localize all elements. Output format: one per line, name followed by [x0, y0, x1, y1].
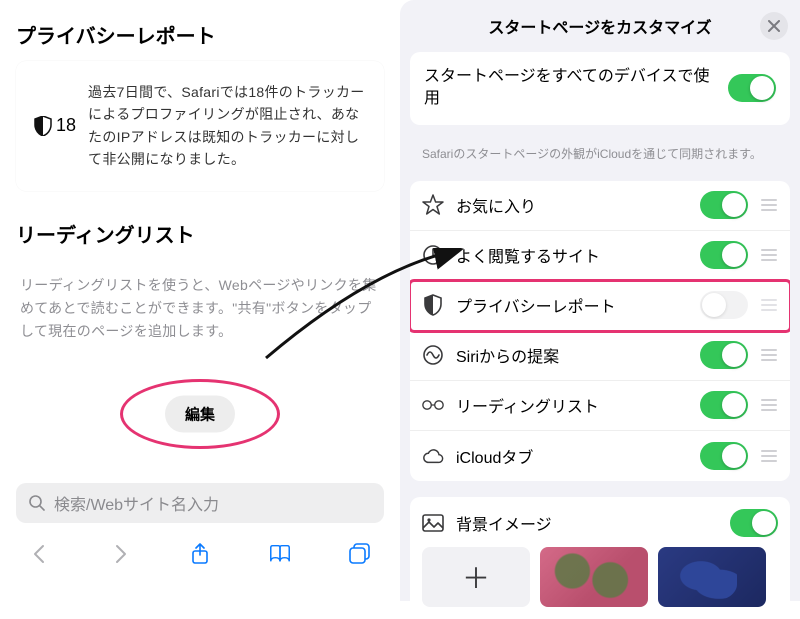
- list-item-label: リーディングリスト: [456, 393, 688, 417]
- bg-label: 背景イメージ: [456, 511, 718, 535]
- list-item-cloud[interactable]: iCloudタブ: [410, 431, 790, 481]
- reading-hint: リーディングリストを使うと、Webページやリンクを集めてあとで読むことができます…: [20, 274, 380, 343]
- customize-list: お気に入りよく閲覧するサイトプライバシーレポート Siriからの提案リーディングリ…: [410, 181, 790, 481]
- clock-icon: [422, 244, 444, 266]
- close-icon: [768, 20, 780, 32]
- privacy-text: 過去7日間で、Safariでは18件のトラッカーによるプロファイリングが阻止され…: [88, 81, 366, 171]
- drag-handle-icon[interactable]: [760, 299, 778, 311]
- list-item-toggle[interactable]: [700, 291, 748, 319]
- image-icon: [422, 512, 444, 534]
- search-placeholder: 検索/Webサイト名入力: [54, 491, 219, 515]
- reading-section-title: リーディングリスト: [16, 219, 384, 248]
- tabs-icon[interactable]: [348, 542, 372, 566]
- sync-label: スタートページをすべてのデバイスで使用: [424, 66, 718, 111]
- list-item-toggle[interactable]: [700, 391, 748, 419]
- magnifier-icon: [28, 494, 46, 512]
- list-item-toggle[interactable]: [700, 442, 748, 470]
- bottom-toolbar: [0, 529, 400, 579]
- share-icon[interactable]: [188, 542, 212, 566]
- list-item-label: iCloudタブ: [456, 444, 688, 468]
- list-item-label: プライバシーレポート: [456, 293, 688, 317]
- list-item-clock[interactable]: よく閲覧するサイト: [410, 231, 790, 281]
- drag-handle-icon[interactable]: [760, 399, 778, 411]
- bookmarks-icon[interactable]: [268, 542, 292, 566]
- cloud-icon: [422, 445, 444, 467]
- list-item-toggle[interactable]: [700, 241, 748, 269]
- drag-handle-icon[interactable]: [760, 249, 778, 261]
- star-icon: [422, 194, 444, 216]
- bg-toggle[interactable]: [730, 509, 778, 537]
- sync-toggle[interactable]: [728, 74, 776, 102]
- bg-thumb-1[interactable]: [540, 547, 648, 607]
- list-item-label: お気に入り: [456, 193, 688, 217]
- list-item-toggle[interactable]: [700, 341, 748, 369]
- edit-button[interactable]: 編集: [165, 395, 235, 432]
- list-item-shield[interactable]: プライバシーレポート: [410, 281, 790, 331]
- shield-icon: [34, 116, 52, 136]
- customize-title: スタートページをカスタマイズ: [488, 14, 711, 38]
- back-icon[interactable]: [28, 542, 52, 566]
- bg-thumb-2[interactable]: [658, 547, 766, 607]
- drag-handle-icon[interactable]: [760, 349, 778, 361]
- drag-handle-icon[interactable]: [760, 450, 778, 462]
- close-button[interactable]: [760, 12, 788, 40]
- privacy-section-title: プライバシーレポート: [16, 20, 384, 49]
- privacy-card[interactable]: 18 過去7日間で、Safariでは18件のトラッカーによるプロファイリングが阻…: [16, 61, 384, 191]
- list-item-label: Siriからの提案: [456, 343, 688, 367]
- bg-add[interactable]: ＋: [422, 547, 530, 607]
- search-bar[interactable]: 検索/Webサイト名入力: [16, 483, 384, 523]
- glasses-icon: [422, 394, 444, 416]
- list-item-glasses[interactable]: リーディングリスト: [410, 381, 790, 431]
- list-item-siri[interactable]: Siriからの提案: [410, 331, 790, 381]
- sync-footer: Safariのスタートページの外観がiCloudを通じて同期されます。: [422, 145, 778, 163]
- edit-button-highlight: 編集: [120, 379, 280, 449]
- list-item-star[interactable]: お気に入り: [410, 181, 790, 231]
- forward-icon[interactable]: [108, 542, 132, 566]
- drag-handle-icon[interactable]: [760, 199, 778, 211]
- list-item-toggle[interactable]: [700, 191, 748, 219]
- list-item-label: よく閲覧するサイト: [456, 243, 688, 267]
- tracker-count: 18: [56, 115, 76, 136]
- siri-icon: [422, 344, 444, 366]
- shield-icon: [422, 294, 444, 316]
